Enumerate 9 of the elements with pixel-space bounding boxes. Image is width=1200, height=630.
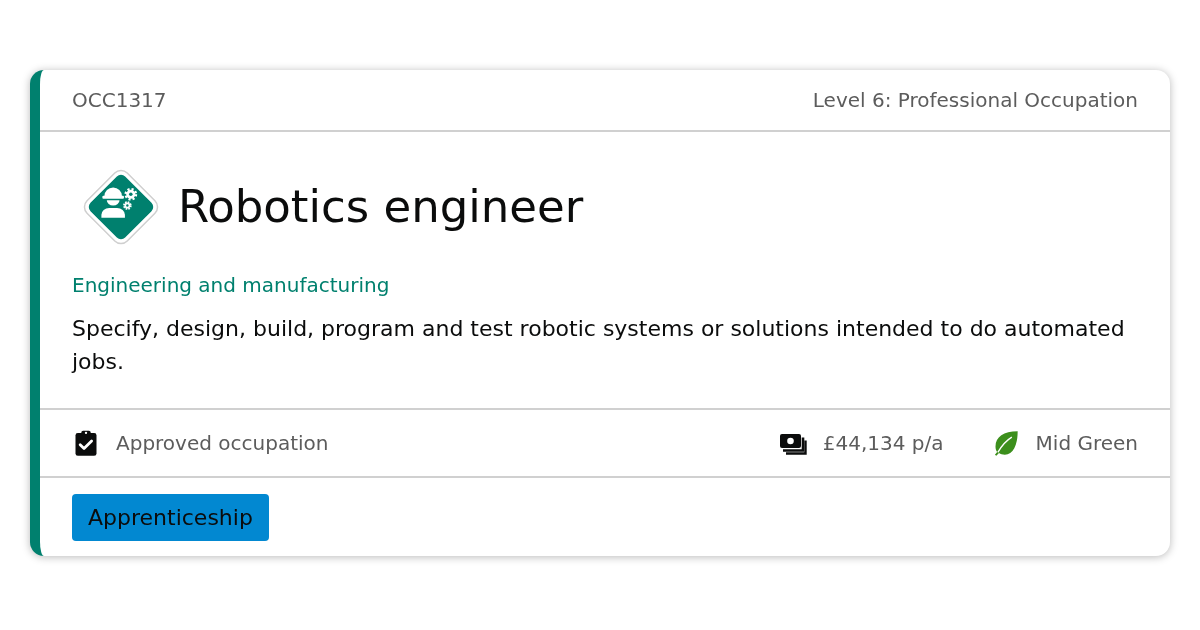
occupation-code: OCC1317 <box>72 87 167 114</box>
detail-text: Approved occupation <box>116 430 329 457</box>
detail-text: £44,134 p/a <box>822 430 944 457</box>
occupation-level: Level 6: Professional Occupation <box>812 87 1138 114</box>
apprenticeship-tag[interactable]: Apprenticeship <box>72 494 269 542</box>
occupation-title: Robotics engineer <box>178 182 584 232</box>
detail-text: Mid Green <box>1035 430 1138 457</box>
occupation-route: Engineering and manufacturing <box>72 272 391 299</box>
occupation-description: Specify, design, build, program and test robotic systems or solutions intended to do automated jobs. <box>72 315 1126 376</box>
